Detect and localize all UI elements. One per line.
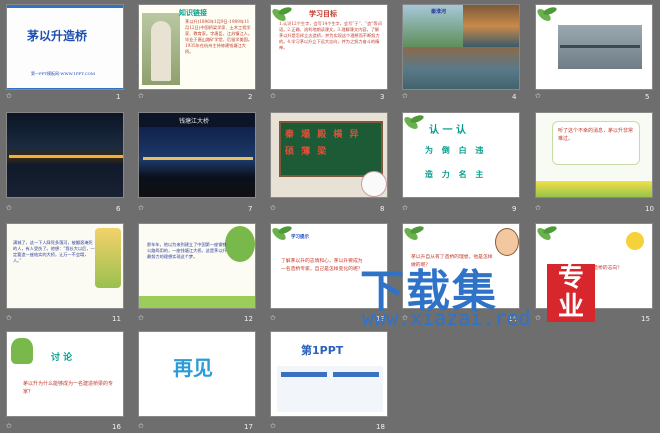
slide-number: 18	[376, 423, 385, 431]
slide-heading: 学习目标	[309, 9, 337, 18]
slide-number: 12	[244, 315, 253, 323]
dinosaur-icon	[11, 338, 33, 364]
slide-number: 3	[380, 93, 385, 101]
star-icon: ✩	[270, 92, 276, 100]
star-icon: ✩	[6, 92, 12, 100]
slide-body: 1.认识12个生字，会写14个生字，会写“于”、“造”等词语。2.正确、流利地朗…	[279, 21, 382, 50]
bridge-lights	[9, 155, 123, 158]
star-icon: ✩	[402, 204, 408, 212]
bear-icon	[361, 171, 387, 197]
slide-number: 15	[641, 315, 650, 323]
slide-number: 17	[244, 423, 253, 431]
slide-number: 6	[116, 205, 121, 213]
slide-body: 了解茅以升的志情和心，茅以升要成为一名造桥专家，自己是怎样变化的呢？	[281, 259, 363, 272]
slide-thumbnail-3[interactable]: 学习目标 1.认识12个生字，会写14个生字，会写“于”、“造”等词语。2.正确…	[270, 4, 388, 90]
slide-body: 茅以升(1896年1月9日-1989年11月12日)中国桥梁学家、土木工程学家、…	[185, 19, 253, 54]
slide-thumbnail-17[interactable]: 再见	[138, 331, 256, 417]
bridge-span	[560, 45, 640, 48]
slide-number: 7	[248, 205, 253, 213]
cartoon-sign-icon	[95, 228, 121, 288]
watermark-site: www.xiazai.red	[362, 306, 531, 330]
bridge-night-photo	[139, 127, 255, 197]
slide-title: 茅以升造桥	[27, 29, 88, 43]
slide-thumbnail-5[interactable]	[535, 4, 653, 90]
chalkboard-words: 秦 塌 殿 横 异 硕 薄 梁	[285, 130, 361, 157]
slide-thumbnail-1[interactable]: 茅以升造桥 第一PPT模板网-WWW.1PPT.COM	[6, 4, 124, 90]
watermark-seal: 专业	[547, 264, 595, 322]
slide-number: 8	[380, 205, 385, 213]
leaf-decoration-icon	[537, 226, 557, 240]
slide-tag: 学习提示	[291, 235, 309, 240]
star-icon: ✩	[138, 422, 144, 430]
star-icon: ✩	[535, 92, 541, 100]
slide-thumbnail-4[interactable]: 秦淮河	[402, 4, 520, 90]
star-icon: ✩	[402, 92, 408, 100]
photo-caption: 钱塘江大桥	[179, 118, 210, 125]
slide-thumbnail-8[interactable]: 秦 塌 殿 横 异 硕 薄 梁	[270, 112, 388, 198]
slide-heading: 认 一 认	[429, 125, 466, 136]
star-icon: ✩	[6, 422, 12, 430]
slide-heading: 知识链接	[179, 8, 207, 17]
ppt-logo: 第1PPT	[301, 344, 344, 357]
photo-caption: 秦淮河	[431, 9, 447, 15]
river-photo-3	[403, 47, 519, 89]
slide-thumbnail-2[interactable]: 知识链接 茅以升(1896年1月9日-1989年11月12日)中国桥梁学家、土木…	[138, 4, 256, 90]
slide-number: 4	[512, 93, 517, 101]
slide-number: 10	[645, 205, 654, 213]
star-icon: ✩	[270, 314, 276, 322]
slide-number: 5	[645, 93, 650, 101]
star-icon: ✩	[270, 204, 276, 212]
slide-thumbnail-12[interactable]: 那年年，他以为来到建立了中国第一座钢铁公路两用的，一座钱塘江大桥。这是茅以升最努…	[138, 223, 256, 309]
tree-icon	[225, 226, 255, 262]
flowers-decoration	[536, 181, 652, 197]
promo-row	[333, 372, 379, 377]
star-icon: ✩	[535, 204, 541, 212]
star-icon: ✩	[138, 92, 144, 100]
portrait-figure	[151, 21, 171, 81]
slide-body: 满城了，这一下人踩死多落河，被翻滚淹死的人，有人受伤了。他想：“我长大以后，一定…	[13, 240, 95, 263]
word-row-1: 为 倒 白 违	[425, 145, 487, 155]
leaf-decoration-icon	[7, 5, 123, 89]
slide-thumbnail-9[interactable]: 认 一 认 为 倒 白 违 造 力 名 主	[402, 112, 520, 198]
slide-number: 16	[112, 423, 121, 431]
slide-body: 茅以升为什么能够成为一名建造桥梁的专家？	[23, 381, 114, 395]
slide-thumbnail-11[interactable]: 满城了，这一下人踩死多落河，被翻滚淹死的人，有人受伤了。他想：“我长大以后，一定…	[6, 223, 124, 309]
star-icon: ✩	[6, 204, 12, 212]
grass-decoration	[139, 296, 255, 308]
slide-footer: 第一PPT模板网-WWW.1PPT.COM	[31, 71, 96, 76]
star-icon: ✩	[138, 204, 144, 212]
promo-row	[281, 372, 327, 377]
slide-number: 1	[116, 93, 121, 101]
smiley-icon	[626, 232, 644, 250]
star-icon: ✩	[535, 314, 541, 322]
slide-thumbnail-6[interactable]	[6, 112, 124, 198]
slide-number: 11	[112, 315, 121, 323]
slide-body: 那年年，他以为来到建立了中国第一座钢铁公路两用的，一座钱塘江大桥。这是茅以升最努…	[147, 242, 227, 259]
word-row-2: 造 力 名 主	[425, 169, 487, 179]
river-photo-2	[463, 5, 519, 47]
slide-number: 2	[248, 93, 253, 101]
star-icon: ✩	[270, 422, 276, 430]
goodbye-title: 再见	[173, 356, 213, 380]
slide-heading: 讨 论	[51, 353, 73, 363]
slide-thumbnail-18[interactable]: 第1PPT	[270, 331, 388, 417]
slide-number: 9	[512, 205, 517, 213]
slide-body: 听了这个不幸的消息，茅以升非常难过。	[558, 128, 634, 142]
slide-thumbnail-16[interactable]: 讨 论 茅以升为什么能够成为一名建造桥梁的专家？	[6, 331, 124, 417]
slide-thumbnail-7[interactable]: 钱塘江大桥	[138, 112, 256, 198]
slide-thumbnail-10[interactable]: 听了这个不幸的消息，茅以升非常难过。	[535, 112, 653, 198]
star-icon: ✩	[6, 314, 12, 322]
leaf-decoration-icon	[404, 226, 424, 240]
star-icon: ✩	[138, 314, 144, 322]
boy-cartoon-icon	[495, 228, 519, 256]
bridge-lights	[143, 157, 253, 160]
